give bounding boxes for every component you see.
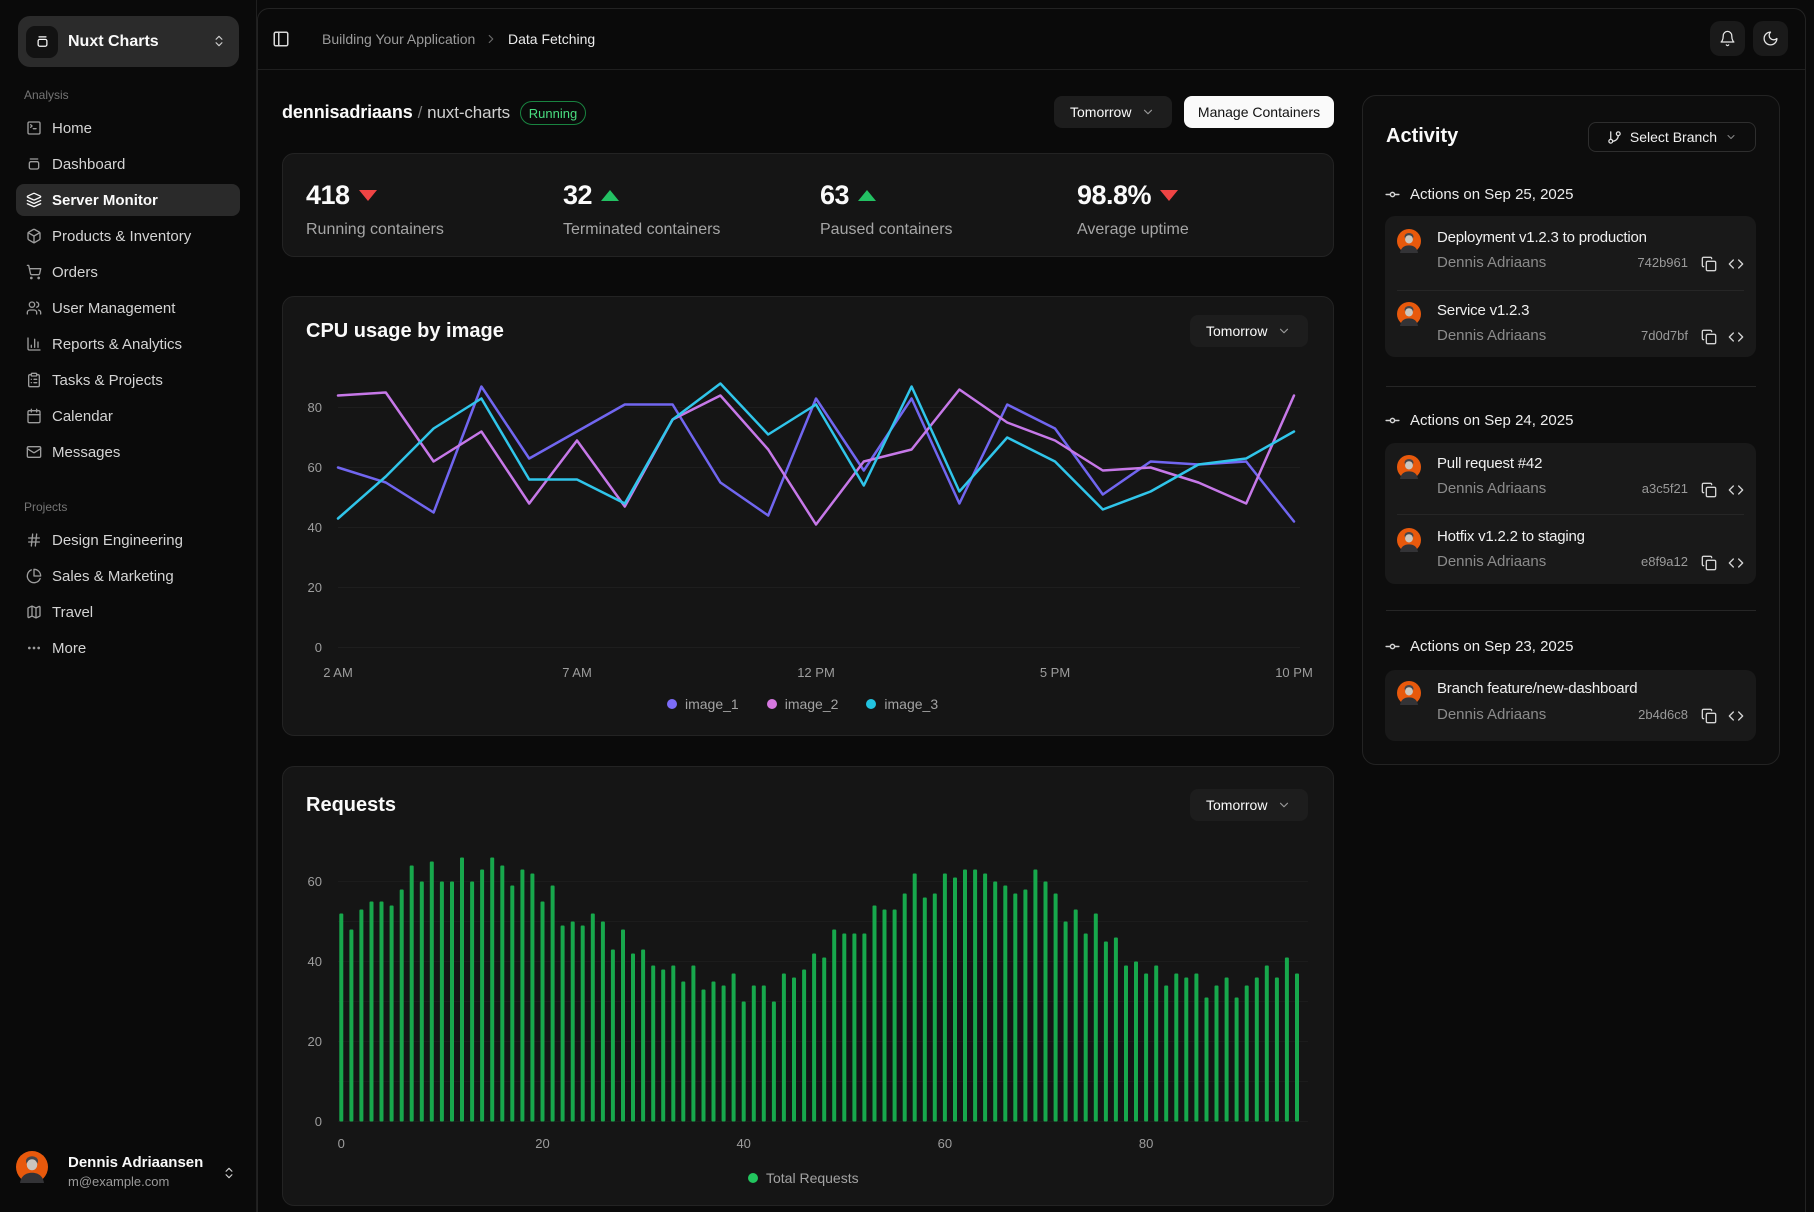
svg-text:20: 20: [308, 1034, 322, 1049]
svg-text:40: 40: [308, 954, 322, 969]
svg-text:10 PM: 10 PM: [1275, 665, 1313, 680]
svg-text:0: 0: [338, 1136, 345, 1151]
svg-text:80: 80: [1139, 1136, 1153, 1151]
svg-text:2 AM: 2 AM: [323, 665, 353, 680]
svg-text:0: 0: [315, 640, 322, 655]
svg-text:7 AM: 7 AM: [562, 665, 592, 680]
svg-text:0: 0: [315, 1114, 322, 1129]
svg-text:40: 40: [736, 1136, 750, 1151]
svg-text:5 PM: 5 PM: [1040, 665, 1070, 680]
svg-text:12 PM: 12 PM: [797, 665, 835, 680]
svg-text:20: 20: [308, 580, 322, 595]
svg-text:60: 60: [308, 874, 322, 889]
svg-text:40: 40: [308, 520, 322, 535]
svg-text:20: 20: [535, 1136, 549, 1151]
svg-text:80: 80: [308, 400, 322, 415]
svg-text:60: 60: [308, 460, 322, 475]
svg-text:60: 60: [938, 1136, 952, 1151]
